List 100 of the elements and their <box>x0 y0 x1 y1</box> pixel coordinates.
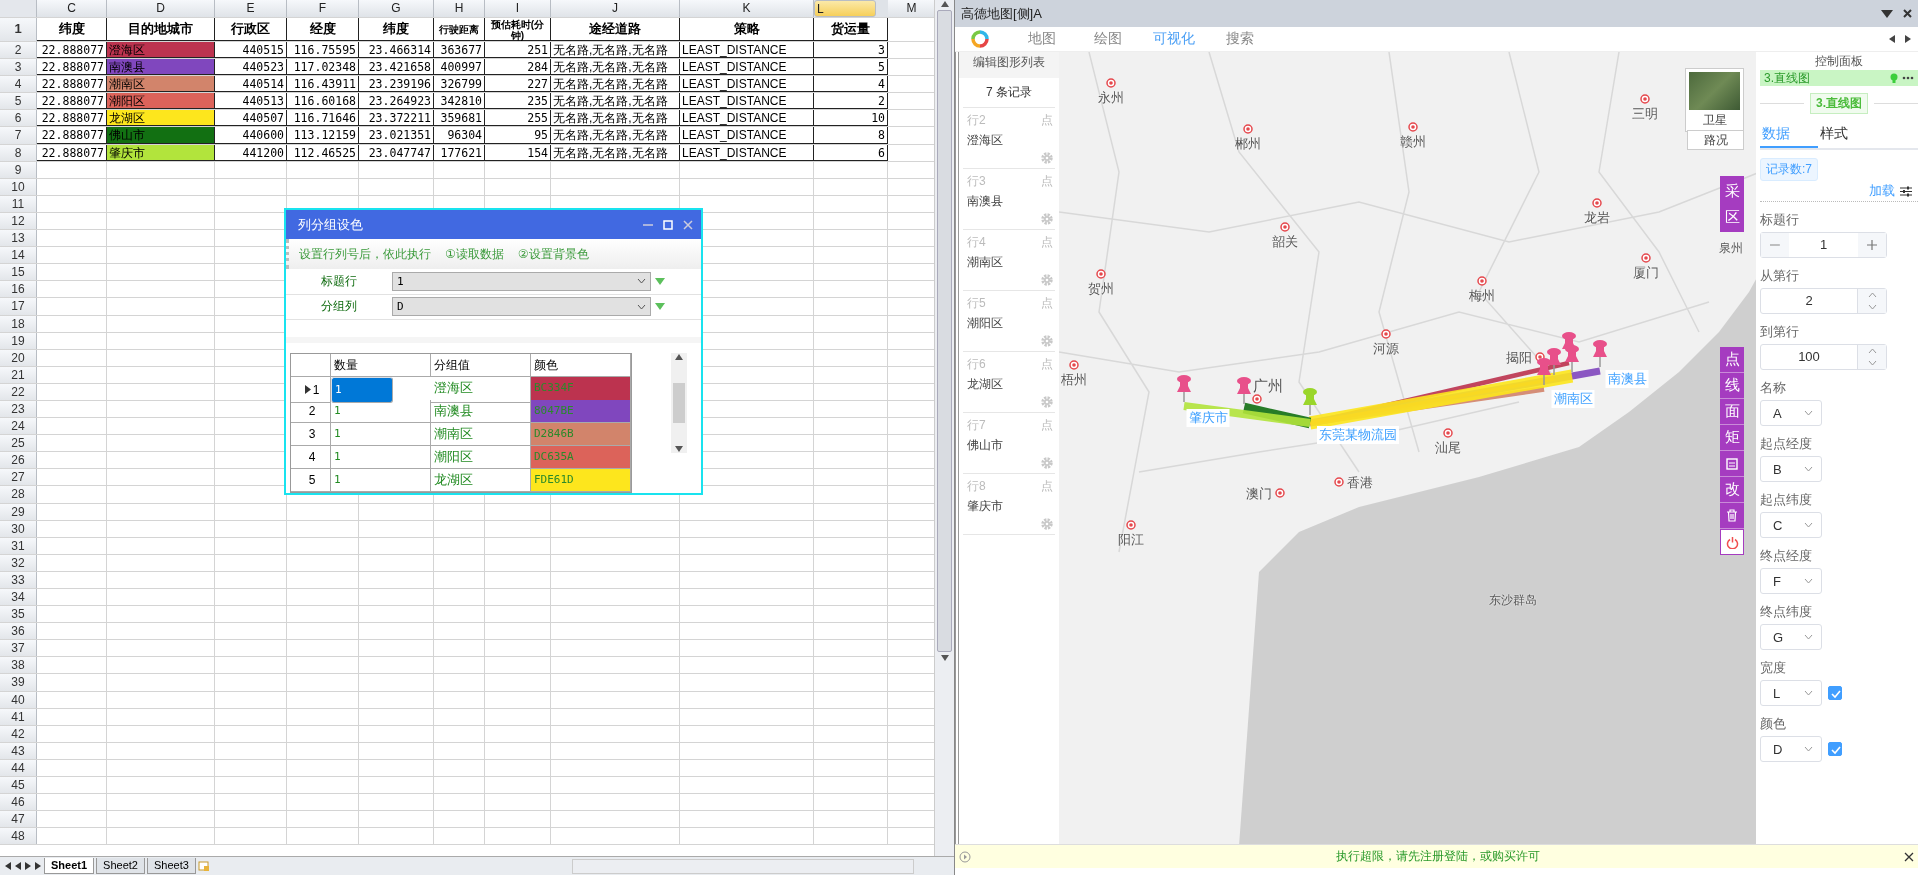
row-number[interactable]: 15 <box>0 264 37 281</box>
row-number[interactable]: 48 <box>0 828 37 845</box>
shape-list-item[interactable]: 行2 点 澄海区 <box>963 108 1055 169</box>
row-number[interactable]: 1 <box>0 18 37 41</box>
row-number[interactable]: 44 <box>0 759 37 777</box>
column-select[interactable]: L <box>1760 680 1822 706</box>
settings-icon[interactable] <box>1041 335 1053 347</box>
sheet-tab[interactable]: Sheet3 <box>146 858 196 874</box>
nav-tab[interactable]: 地图 <box>1009 30 1075 48</box>
map-drawing[interactable] <box>1059 52 1756 844</box>
close-icon[interactable] <box>1903 9 1912 18</box>
satellite-toggle[interactable]: 卫星 <box>1685 68 1744 132</box>
column-header[interactable]: K <box>680 0 814 17</box>
row-number[interactable]: 14 <box>0 247 37 264</box>
table-cell[interactable]: 1 <box>331 423 431 446</box>
settings-icon[interactable] <box>1041 274 1053 286</box>
shape-list-item[interactable]: 行5 点 潮阳区 <box>963 291 1055 352</box>
column-select[interactable]: A <box>1760 400 1822 426</box>
first-sheet-icon[interactable] <box>4 862 12 870</box>
sliders-icon[interactable] <box>1900 185 1912 197</box>
row-number[interactable]: 16 <box>0 281 37 298</box>
scroll-up-icon[interactable] <box>675 353 683 361</box>
chevron-down-icon[interactable] <box>1804 690 1813 696</box>
checkbox[interactable] <box>1828 686 1842 700</box>
column-header[interactable]: F <box>287 0 359 17</box>
chevron-down-icon[interactable] <box>1804 578 1813 584</box>
row-number[interactable]: 43 <box>0 742 37 759</box>
column-select[interactable]: F <box>1760 568 1822 594</box>
row-number[interactable]: 8 <box>0 144 37 161</box>
shape-list-item[interactable]: 行7 点 佛山市 <box>963 413 1055 474</box>
scrollbar-thumb[interactable] <box>673 383 685 423</box>
row-number[interactable]: 26 <box>0 452 37 469</box>
decrement-button[interactable] <box>1761 233 1789 257</box>
settings-icon[interactable] <box>1041 152 1053 164</box>
dropdown-field[interactable]: 1 <box>392 271 651 291</box>
triangle-icon[interactable] <box>655 303 665 311</box>
new-sheet-icon[interactable] <box>197 860 210 872</box>
chevron-down-icon[interactable] <box>637 278 646 285</box>
panel-tab[interactable]: 样式 <box>1818 120 1876 148</box>
table-cell[interactable]: 1 <box>331 446 431 469</box>
nav-tab[interactable]: 绘图 <box>1075 30 1141 48</box>
chevron-down-icon[interactable] <box>1804 746 1813 752</box>
row-number[interactable]: 11 <box>0 195 37 212</box>
table-cell[interactable]: 1 <box>331 469 431 492</box>
settings-icon[interactable] <box>1041 457 1053 469</box>
row-number[interactable]: 6 <box>0 110 37 127</box>
nav-tab[interactable]: 搜索 <box>1207 30 1273 48</box>
row-number[interactable]: 31 <box>0 537 37 554</box>
previous-sheet-icon[interactable] <box>14 862 22 870</box>
row-number[interactable]: 41 <box>0 708 37 725</box>
row-number[interactable]: 22 <box>0 383 37 400</box>
row-number[interactable]: 34 <box>0 589 37 606</box>
shape-list-item[interactable]: 行6 点 龙湖区 <box>963 352 1055 413</box>
row-number[interactable]: 32 <box>0 554 37 571</box>
shape-list-item[interactable]: 行8 点 肇庆市 <box>963 474 1055 535</box>
column-header[interactable]: 颜色 <box>531 354 631 377</box>
scroll-right-icon[interactable] <box>1904 35 1912 43</box>
table-cell[interactable]: 1 <box>331 400 431 423</box>
column-header[interactable]: J <box>551 0 680 17</box>
row-number[interactable]: 4 <box>0 76 37 93</box>
row-number[interactable]: 33 <box>0 571 37 588</box>
row-number[interactable]: 38 <box>0 657 37 674</box>
column-header[interactable]: G <box>359 0 434 17</box>
row-number[interactable]: 20 <box>0 349 37 366</box>
chevron-down-icon[interactable] <box>1867 304 1877 310</box>
sheet-tab[interactable]: Sheet1 <box>44 858 95 874</box>
row-number[interactable]: 24 <box>0 418 37 435</box>
scrollbar-thumb[interactable] <box>937 10 952 652</box>
shape-list-item[interactable]: 行4 点 潮南区 <box>963 230 1055 291</box>
row-number[interactable]: 12 <box>0 212 37 230</box>
more-icon[interactable] <box>1902 76 1914 80</box>
column-header[interactable]: L <box>814 0 876 17</box>
column-header[interactable]: M <box>888 0 935 17</box>
row-number[interactable]: 42 <box>0 725 37 742</box>
row-number[interactable]: 45 <box>0 777 37 794</box>
column-header[interactable]: H <box>434 0 485 17</box>
traffic-button[interactable]: 路况 <box>1687 130 1744 150</box>
row-number[interactable]: 7 <box>0 127 37 144</box>
chevron-down-icon[interactable] <box>637 303 646 310</box>
scroll-up-icon[interactable] <box>940 0 949 8</box>
toolbar-button[interactable]: ②设置背景色 <box>517 245 589 263</box>
close-icon[interactable] <box>1904 851 1914 862</box>
column-select[interactable]: B <box>1760 456 1822 482</box>
shape-list-item[interactable]: 行3 点 南澳县 <box>963 169 1055 230</box>
row-number[interactable]: 21 <box>0 366 37 383</box>
column-header[interactable]: 数量 <box>331 354 431 377</box>
row-number[interactable]: 40 <box>0 691 37 708</box>
column-header[interactable]: D <box>107 0 215 17</box>
color-cell[interactable]: FDE61D <box>531 469 631 492</box>
number-input[interactable]: 100 <box>1760 344 1887 370</box>
horizontal-scrollbar[interactable] <box>572 858 914 874</box>
settings-icon[interactable] <box>1041 213 1053 225</box>
sheet-tab[interactable]: Sheet2 <box>96 858 145 874</box>
increment-button[interactable] <box>1858 233 1886 257</box>
bulb-icon[interactable] <box>1890 72 1898 84</box>
row-number[interactable]: 39 <box>0 674 37 691</box>
chevron-up-icon[interactable] <box>1867 348 1877 354</box>
checkbox[interactable] <box>1828 742 1842 756</box>
triangle-icon[interactable] <box>655 277 665 285</box>
column-header[interactable]: E <box>215 0 287 17</box>
